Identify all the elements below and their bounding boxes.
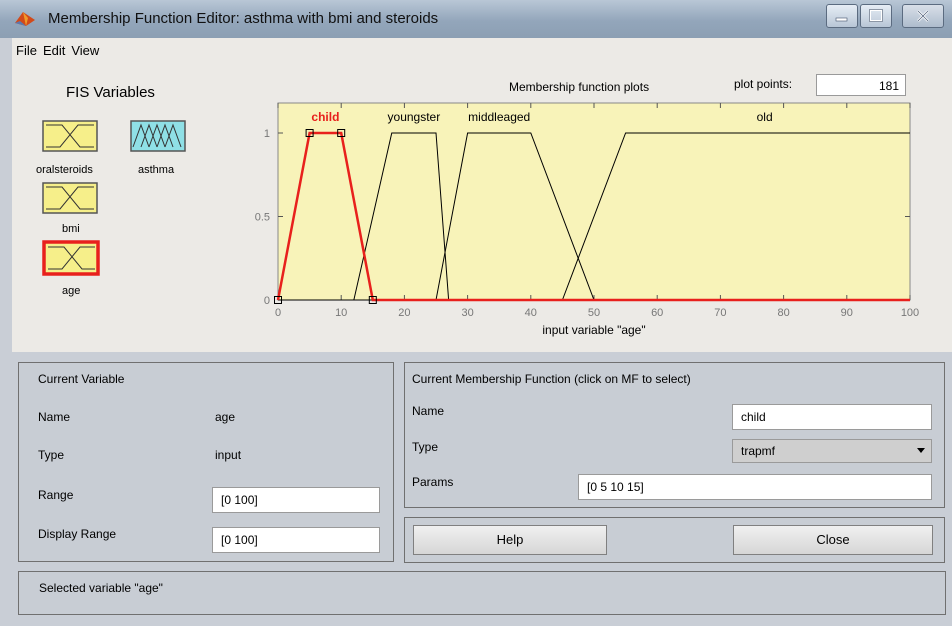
y-tick-label: 0 <box>264 295 270 307</box>
output-mf-icon <box>130 120 186 152</box>
mf-type-label: Type <box>412 440 439 454</box>
chevron-down-icon <box>917 448 925 453</box>
fis-variable-bmi[interactable] <box>42 182 98 214</box>
mf-type-value: trapmf <box>741 444 776 458</box>
plot-points-input[interactable]: 181 <box>816 74 906 96</box>
fis-variable-asthma[interactable] <box>130 120 186 152</box>
input-mf-icon <box>42 182 98 214</box>
plot-points-label: plot points: <box>734 77 793 91</box>
mf-name-label: Name <box>412 404 445 418</box>
maximize-button[interactable] <box>860 4 892 28</box>
input-mf-icon <box>42 120 98 152</box>
fis-variable-label: bmi <box>62 223 80 235</box>
x-tick-label: 70 <box>714 307 726 319</box>
cv-type-label: Type <box>38 448 65 462</box>
x-tick-label: 10 <box>335 307 347 319</box>
title-bar[interactable]: Membership Function Editor: asthma with … <box>0 0 952 38</box>
plot-title: Membership function plots <box>509 80 650 94</box>
mf-label-old[interactable]: old <box>757 110 773 124</box>
fis-variable-label: age <box>62 285 81 297</box>
mf-params-input[interactable]: [0 5 10 15] <box>578 474 932 500</box>
x-tick-label: 50 <box>588 307 600 319</box>
x-tick-label: 100 <box>901 307 919 319</box>
current-variable-title: Current Variable <box>38 372 125 386</box>
fis-variable-age[interactable] <box>42 240 100 276</box>
x-tick-label: 0 <box>275 307 281 319</box>
display-range-input[interactable]: [0 100] <box>212 527 380 553</box>
x-tick-label: 30 <box>461 307 473 319</box>
x-tick-label: 60 <box>651 307 663 319</box>
cv-range-label: Range <box>38 488 74 502</box>
mf-label-child[interactable]: child <box>311 110 339 124</box>
cv-name-label: Name <box>38 410 71 424</box>
x-tick-label: 80 <box>777 307 789 319</box>
minimize-icon <box>835 17 848 22</box>
cv-display-range-label: Display Range <box>38 527 117 541</box>
fis-variable-label: oralsteroids <box>36 164 93 176</box>
x-tick-label: 90 <box>841 307 853 319</box>
range-input[interactable]: [0 100] <box>212 487 380 513</box>
menu-edit[interactable]: Edit <box>43 43 65 58</box>
membership-function-plot[interactable]: 0 10 20 30 40 50 60 70 80 90 100 0 0.5 1 youngster midd… <box>240 95 940 355</box>
status-bar: Selected variable "age" <box>18 571 946 615</box>
x-tick-label: 40 <box>525 307 537 319</box>
fis-variables-title: FIS Variables <box>66 84 155 101</box>
x-tick-label: 20 <box>398 307 410 319</box>
close-window-button[interactable] <box>902 4 944 28</box>
menu-bar: File Edit View <box>12 38 952 63</box>
current-mf-title: Current Membership Function (click on MF… <box>412 372 691 386</box>
cv-name-value: age <box>215 410 236 424</box>
minimize-button[interactable] <box>826 4 858 28</box>
help-button[interactable]: Help <box>413 525 607 555</box>
y-tick-label: 0.5 <box>255 212 270 224</box>
mf-label-middleaged[interactable]: middleaged <box>468 110 530 124</box>
y-tick-label: 1 <box>264 128 270 140</box>
close-button[interactable]: Close <box>733 525 933 555</box>
window-title: Membership Function Editor: asthma with … <box>48 10 439 27</box>
menu-file[interactable]: File <box>16 43 37 58</box>
x-axis-label: input variable "age" <box>542 323 645 337</box>
mf-name-input[interactable]: child <box>732 404 932 430</box>
fis-variable-oralsteroids[interactable] <box>42 120 98 152</box>
matlab-logo-icon <box>15 12 35 26</box>
cv-type-value: input <box>215 448 242 462</box>
maximize-icon <box>869 9 883 22</box>
fis-variable-label: asthma <box>138 164 175 176</box>
menu-view[interactable]: View <box>71 43 99 58</box>
editor-window: Membership Function Editor: asthma with … <box>0 0 952 626</box>
mf-type-select[interactable]: trapmf <box>732 439 932 463</box>
close-icon <box>917 10 929 22</box>
mf-label-youngster[interactable]: youngster <box>388 110 441 124</box>
input-mf-icon <box>42 240 100 276</box>
mf-params-label: Params <box>412 475 454 489</box>
status-text: Selected variable "age" <box>39 581 163 595</box>
